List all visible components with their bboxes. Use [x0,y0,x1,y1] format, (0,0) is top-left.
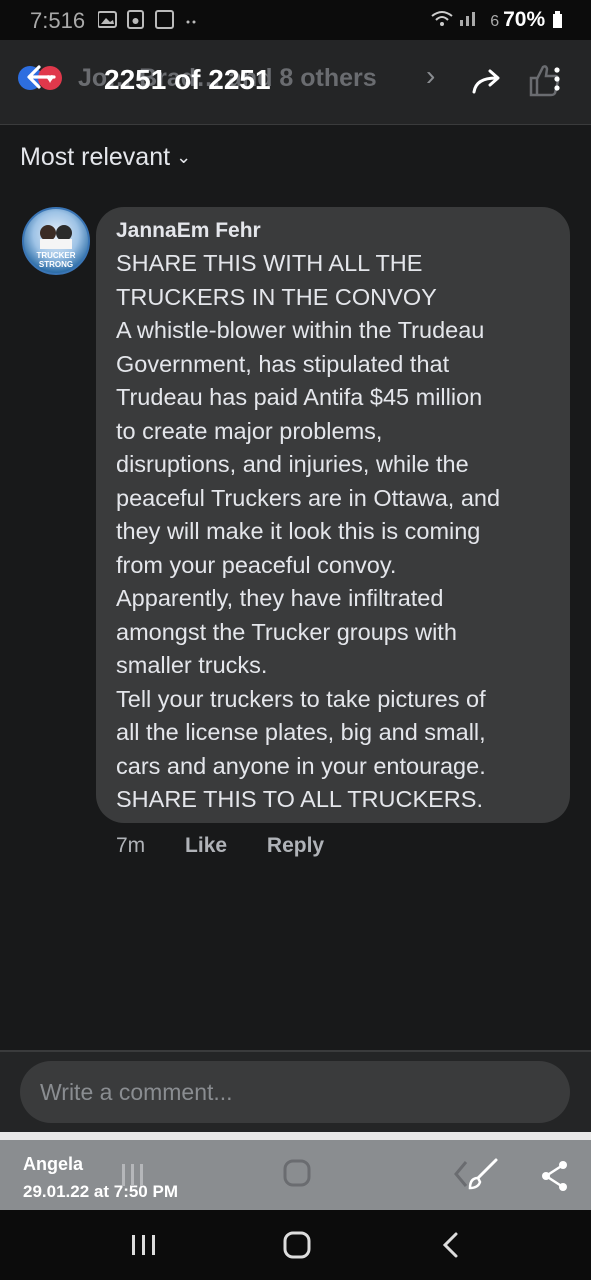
battery-icon [553,11,562,28]
battery-status: 6 70% [430,8,563,32]
comment-line: amongst the Trucker groups with [116,618,457,645]
status-bar: 7:516 6 70% [0,0,591,40]
comment-input[interactable] [20,1061,570,1123]
comment-line: they will make it look this is coming [116,518,481,544]
comment-line: smaller trucks. [116,652,268,678]
comment-line: Apparently, they have infiltrated [116,585,444,611]
comment-line: TRUCKERS IN THE CONVOY [116,283,437,310]
comment-line: cars and anyone in your entourage. [116,752,486,779]
notification-icons [97,10,208,35]
comment-time[interactable]: 7m [116,834,145,857]
overlay-home-icon[interactable] [282,1158,312,1188]
reply-button[interactable]: Reply [267,834,324,857]
comment-line: Tell your truckers to take pictures of [116,685,486,712]
comment-line: disruptions, and injuries, while the [116,451,469,477]
nav-back-icon[interactable] [440,1230,462,1260]
battery-percent: 70% [503,8,546,31]
comment-line: Trudeau has paid Antifa $45 million [116,384,483,410]
overlay-sender-name: Angela [23,1154,84,1174]
comment-line: Government, has stipulated that [116,350,450,377]
chevron-down-icon: ⌄ [176,147,192,167]
image-counter: 2251 of 2251 [104,64,271,95]
like-button[interactable]: Like [185,834,227,857]
nav-recents-icon[interactable] [130,1232,158,1258]
wifi-signal-icon [431,11,476,26]
sort-label: Most relevant [20,143,171,171]
comment-actions: 7m Like Reply [116,834,358,858]
avatar-label: TRUCKER STRONG [36,251,76,269]
back-arrow-icon[interactable] [24,60,58,94]
system-nav-bar [0,1210,591,1280]
status-time: 7:516 [30,8,85,34]
sort-dropdown[interactable]: Most relevant ⌄ [20,143,191,172]
comment-author[interactable]: JannaEm Fehr [116,219,261,243]
comment-line: from your peaceful convoy. [116,551,397,578]
comment-line: to create major problems, [116,417,383,444]
nav-home-icon[interactable] [282,1230,312,1260]
chevron-right-icon: › [426,60,436,91]
comment-line: A whistle-blower within the Trudeau [116,317,485,343]
more-options-icon[interactable] [528,62,562,98]
comment-line: peaceful Truckers are in Ottawa, and [116,484,501,511]
share-arrow-icon[interactable] [470,66,504,96]
comment-line: all the license plates, big and small, [116,719,486,745]
overlay-date: 29.01.22 at 7:50 PM [23,1182,178,1201]
notification-icons-svg [97,10,196,29]
comment-body: SHARE THIS WITH ALL THE TRUCKERS IN THE … [116,247,556,817]
status-time-value: 7:51 [30,8,73,33]
edit-brush-icon[interactable] [452,1156,502,1192]
comment-line: SHARE THIS TO ALL TRUCKERS. [116,786,483,812]
share-icon[interactable] [540,1160,570,1192]
comment-line: SHARE THIS WITH ALL THE [116,250,423,276]
avatar[interactable]: TRUCKER STRONG [22,207,90,275]
overlay-recents-icon[interactable] [118,1160,148,1190]
status-time-suffix: 6 [72,8,86,33]
signal-text: 6 [490,13,500,30]
